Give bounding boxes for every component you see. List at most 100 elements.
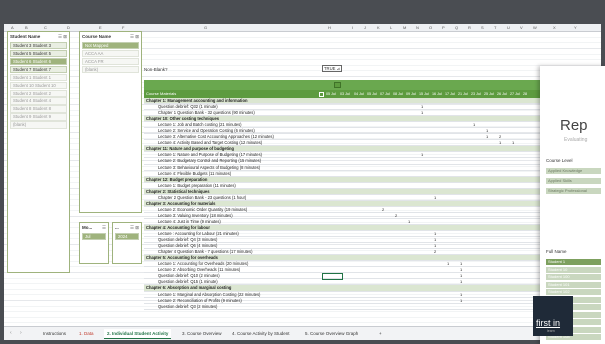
column-letter[interactable]: V (520, 24, 523, 32)
slicer-item[interactable]: Student 7 Student 7 (10, 65, 67, 73)
column-letter[interactable]: S (481, 24, 484, 32)
student-list-item: Student 1 (546, 259, 601, 265)
date-column-header: 04 Jul (354, 92, 364, 96)
slicer-item[interactable]: Jul (82, 232, 106, 240)
sheet-tab[interactable]: Instructions (40, 329, 69, 338)
column-letter[interactable]: I (352, 24, 353, 32)
date-column-header: 05 Jul (367, 92, 377, 96)
brand-logo: first in learn (533, 296, 573, 336)
slicer-item[interactable]: (blank) (82, 65, 139, 73)
column-letter[interactable]: T (494, 24, 496, 32)
slicer-item[interactable]: Student 4 Student 4 (10, 97, 67, 105)
pivot-header-row: Course Materials 05 Jul 03 Jul 04 Jul 05 Ju… (144, 90, 549, 98)
pivot-title-band (144, 80, 549, 90)
date-column-header: 15 Jul (419, 92, 429, 96)
slicer-item[interactable]: Student 10 Student 10 (10, 81, 67, 89)
course-level-item: Applied Skills (546, 178, 601, 184)
column-letter[interactable]: W (533, 24, 537, 32)
slicer-item[interactable]: Student 9 Student 9 (10, 113, 67, 121)
column-letter[interactable]: X (553, 24, 556, 32)
pivot-rows: Chapter 1: Management accounting and inf… (144, 98, 549, 310)
add-sheet-button[interactable]: + (376, 329, 385, 338)
column-letter[interactable]: N (416, 24, 419, 32)
column-letter[interactable]: O (429, 24, 432, 32)
slicer-item[interactable]: (blank) (10, 121, 67, 129)
slicer-item[interactable]: Student 8 Student 8 (10, 105, 67, 113)
dropdown-arrow-icon[interactable]: ⊿ (337, 66, 341, 71)
filter-value[interactable]: TRUE ⊿ (322, 65, 342, 72)
slicer-item[interactable]: Student 3 Student 3 (10, 41, 67, 49)
column-letter[interactable]: Q (455, 24, 458, 32)
filter-label: Non-Blank? (144, 67, 168, 72)
column-letter[interactable]: P (442, 24, 445, 32)
date-column-header: 23 Jul (471, 92, 481, 96)
prev-sheet-icon[interactable]: ‹ (10, 330, 12, 336)
date-column-header: 08 Jul (393, 92, 403, 96)
next-sheet-icon[interactable]: › (20, 330, 22, 336)
date-column-header: 09 Jul (406, 92, 416, 96)
date-column-header: 03 Jul (340, 92, 350, 96)
column-letter[interactable]: R (468, 24, 471, 32)
spreadsheet-window: ABCDEFGHIJKLMNOPQRSTUVWXY Student Name ☰ … (4, 24, 601, 340)
date-column-header: 25 Jul (484, 92, 494, 96)
year-slicer[interactable]: ... ☰ ⊠ 2024 (112, 222, 142, 264)
lecture-row[interactable]: Question debrief: Q3 (2 minutes) (144, 304, 549, 310)
sheet-tabs: ‹ › Instructions 1. Data 2. Individual Stu… (4, 326, 601, 340)
date-column-header: 28 (523, 92, 528, 96)
column-letter[interactable]: U (507, 24, 510, 32)
slicer-header: Student Name ☰ ⊠ (10, 34, 67, 39)
row-label: Question debrief: Q3 (2 minutes) (158, 303, 218, 309)
selected-cell[interactable] (322, 273, 343, 280)
slicer-item[interactable]: Student 5 Student 5 (10, 49, 67, 57)
row-labels-header: Course Materials (146, 91, 177, 96)
course-level-label: Course Level (546, 158, 573, 163)
column-letter[interactable]: H (328, 24, 331, 32)
student-list-item: Student 102 (546, 289, 601, 295)
course-name-slicer[interactable]: Course Name ☰ ⊠ Not Mapped ACCA AA ACCA FR(… (79, 31, 142, 213)
student-name-slicer[interactable]: Student Name ☰ ⊠ Student 3 Student 3 Stude… (7, 31, 70, 273)
slicer-item[interactable]: ACCA FR (82, 57, 139, 65)
student-list-item: Student 101 (546, 281, 601, 288)
filter-icon[interactable]: ☰ ⊠ (58, 34, 67, 39)
student-list-item: Student 100 (546, 274, 601, 280)
report-title: Rep (560, 117, 588, 134)
sheet-tab[interactable]: 2. Individual Student Activity (104, 329, 172, 339)
slicer-header: Mo... ☰ (82, 225, 106, 230)
slicer-item[interactable]: Student 1 Student 1 (10, 73, 67, 81)
sheet-tab[interactable]: 3. Course Overview (179, 329, 225, 338)
slicer-item[interactable]: Not Mapped (82, 41, 139, 49)
student-list-item: Student 10 (546, 266, 601, 273)
course-level-item: Strategic Professional (546, 188, 601, 194)
filter-icon[interactable]: ☰ ⊠ (130, 225, 139, 230)
date-column-header: 05 Jul (326, 92, 336, 96)
full-name-label: Full Name (546, 249, 567, 254)
date-column-header: 16 Jul (432, 92, 442, 96)
column-letter[interactable]: M (403, 24, 406, 32)
slicer-item[interactable]: Student 2 Student 2 (10, 89, 67, 97)
column-letter[interactable]: L (390, 24, 392, 32)
course-level-item: Applied Knowledge (546, 168, 601, 174)
date-column-header: 27 Jul (510, 92, 520, 96)
column-letter[interactable]: J (364, 24, 366, 32)
sheet-tab[interactable]: 1. Data (76, 329, 97, 338)
column-letter[interactable]: Y (574, 24, 577, 32)
slicer-header: ... ☰ ⊠ (115, 225, 139, 230)
date-column-header: 07 Jul (380, 92, 390, 96)
report-subtitle: Evaluating (564, 137, 588, 143)
sheet-tab[interactable]: 4. Course Activity by Student (229, 329, 293, 338)
column-letter[interactable]: K (377, 24, 380, 32)
slicer-item[interactable]: 2024 (115, 232, 139, 240)
date-column-header: 21 Jul (458, 92, 468, 96)
column-letter[interactable]: G (204, 24, 207, 32)
filter-icon[interactable]: ☰ ⊠ (130, 34, 139, 39)
month-slicer[interactable]: Mo... ☰ Jul (79, 222, 109, 264)
slicer-item[interactable]: ACCA AA (82, 49, 139, 57)
date-column-header: 17 Jul (445, 92, 455, 96)
row-filter-icon[interactable] (319, 91, 324, 97)
date-column-header: 26 Jul (497, 92, 507, 96)
filter-icon[interactable]: ☰ (102, 225, 106, 230)
sheet-tab[interactable]: 5. Course Overview Graph (302, 329, 361, 338)
slicer-item[interactable]: Student 6 Student 6 (10, 57, 67, 65)
slicer-header: Course Name ☰ ⊠ (82, 34, 139, 39)
collapse-button[interactable] (334, 82, 341, 88)
